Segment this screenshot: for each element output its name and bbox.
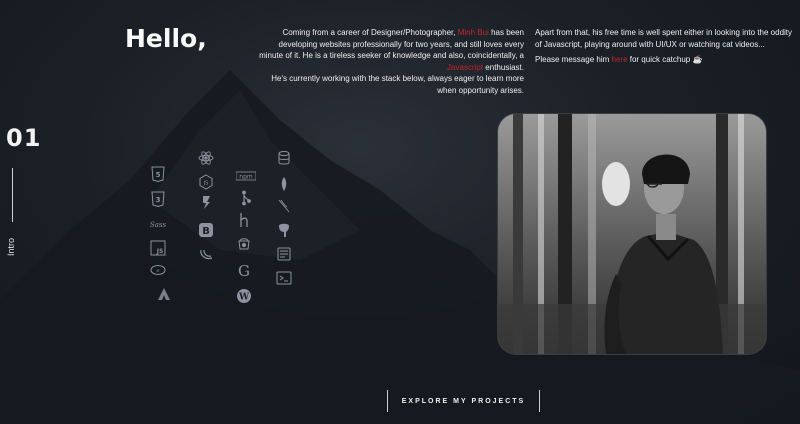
svg-text:W: W xyxy=(238,293,250,303)
database-icon xyxy=(276,150,292,166)
bio-right-column: Apart from that, his free time is well s… xyxy=(535,27,797,66)
wordpress-icon: W xyxy=(236,288,252,304)
terminal-icon xyxy=(276,270,292,286)
heroku-icon xyxy=(236,212,252,228)
graphql-icon xyxy=(276,246,292,262)
contact-link[interactable]: here xyxy=(612,55,628,64)
javascript-highlight: Javascript xyxy=(447,62,484,72)
section-label: Intro xyxy=(6,237,16,256)
sass-icon: Sass xyxy=(150,216,166,232)
svg-text:3: 3 xyxy=(156,196,161,204)
mongodb-icon xyxy=(276,176,292,192)
svg-text:npm: npm xyxy=(239,174,253,181)
svg-text:B: B xyxy=(202,226,210,237)
postgresql-icon xyxy=(276,222,292,238)
css3-icon: 3 xyxy=(150,191,166,207)
section-divider xyxy=(12,168,13,222)
explore-projects-button[interactable]: EXPLORE MY PROJECTS xyxy=(387,390,540,412)
bio-text: for quick catchup xyxy=(629,55,691,64)
aws-icon xyxy=(156,286,172,302)
section-number: 01 xyxy=(6,124,42,152)
greeting-heading: Hello, xyxy=(125,24,207,53)
svg-text:e: e xyxy=(157,268,160,274)
profile-photo xyxy=(498,114,766,354)
bio-paragraph-stack: He's currently working with the stack be… xyxy=(271,74,524,95)
mocha-icon xyxy=(236,236,252,252)
ember-icon: e xyxy=(150,262,166,278)
npm-icon: npm xyxy=(236,168,256,184)
bootstrap-icon: B xyxy=(198,222,214,238)
bio-paragraph-hobbies: Apart from that, his free time is well s… xyxy=(535,28,793,49)
svg-text:Sass: Sass xyxy=(150,221,166,229)
jquery-icon xyxy=(198,246,214,262)
bio-left-column: Coming from a career of Designer/Photogr… xyxy=(258,27,524,96)
html5-icon: 5 xyxy=(150,166,166,182)
bio-paragraph-contact: Please message him here for quick catchu… xyxy=(535,54,797,66)
svg-text:JS: JS xyxy=(156,248,164,255)
svg-text:G: G xyxy=(238,262,250,278)
coffee-icon: ☕ xyxy=(692,55,703,64)
google-icon: G xyxy=(236,262,252,278)
svg-text:JS: JS xyxy=(203,181,209,187)
bio-text: Coming from a career of Designer/Photogr… xyxy=(282,28,456,37)
gulp-icon xyxy=(276,198,292,214)
jest-icon xyxy=(198,194,214,210)
git-icon xyxy=(236,190,252,206)
nodejs-icon: JS xyxy=(198,174,214,190)
author-name: Minh Bui xyxy=(457,28,489,37)
bio-text: enthusiast. xyxy=(485,62,524,72)
react-icon xyxy=(198,150,214,166)
svg-text:5: 5 xyxy=(156,171,161,179)
bio-text: Please message him xyxy=(535,55,610,64)
javascript-icon: JS xyxy=(150,240,166,256)
tech-stack-icons: 5 JS npm 3 Sass B JS e G W xyxy=(150,146,300,316)
